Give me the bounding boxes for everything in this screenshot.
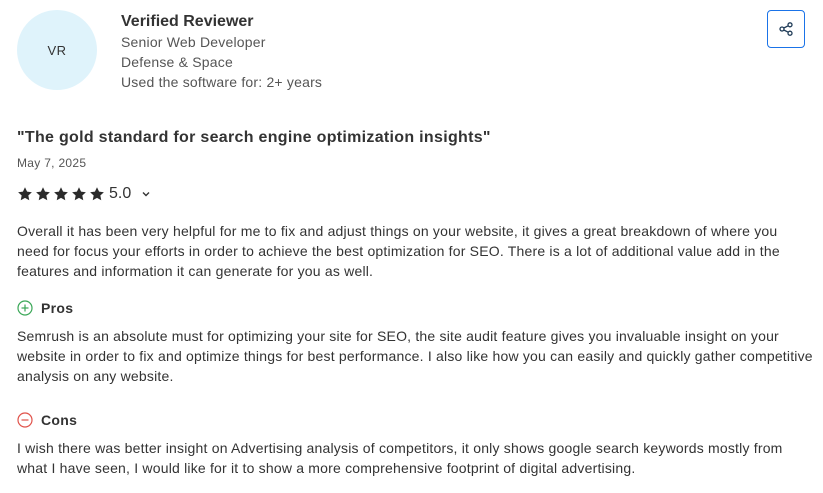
rating-value: 5.0: [109, 185, 132, 202]
share-icon: [779, 22, 793, 36]
share-button[interactable]: [767, 10, 805, 48]
reviewer-info: Verified Reviewer Senior Web Developer D…: [121, 12, 322, 92]
rating-row: 5.0: [17, 183, 151, 205]
minus-circle-icon: [17, 412, 33, 428]
reviewer-industry: Defense & Space: [121, 54, 233, 70]
cons-heading: Cons: [17, 410, 77, 430]
review-title: "The gold standard for search engine opt…: [17, 129, 491, 146]
plus-circle-icon: [17, 300, 33, 316]
review-date: May 7, 2025: [17, 156, 87, 170]
star-icon: [72, 187, 86, 201]
avatar: VR: [17, 10, 97, 90]
star-icon: [36, 187, 50, 201]
chevron-down-icon[interactable]: [141, 189, 151, 199]
reviewer-usage: Used the software for: 2+ years: [121, 74, 323, 90]
cons-label: Cons: [41, 412, 78, 428]
star-rating: [17, 186, 107, 202]
star-icon: [18, 187, 32, 201]
cons-text: I wish there was better insight on Adver…: [17, 440, 783, 476]
star-icon: [90, 187, 104, 201]
review-body: Overall it has been very helpful for me …: [17, 223, 780, 279]
pros-heading: Pros: [17, 298, 73, 318]
star-icon: [54, 187, 68, 201]
reviewer-name: Verified Reviewer: [121, 13, 254, 30]
reviewer-role: Senior Web Developer: [121, 34, 266, 50]
pros-label: Pros: [41, 300, 74, 316]
pros-text: Semrush is an absolute must for optimizi…: [17, 328, 813, 384]
avatar-initials: VR: [47, 42, 67, 58]
